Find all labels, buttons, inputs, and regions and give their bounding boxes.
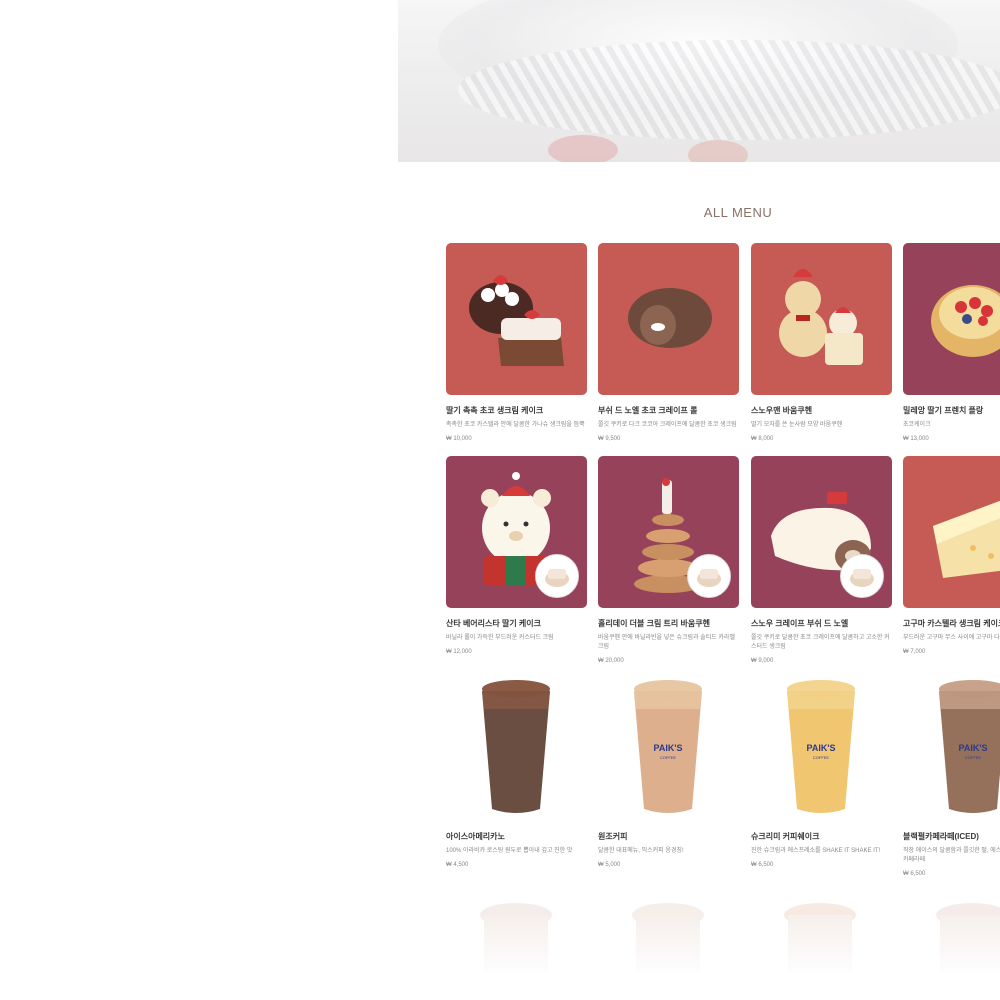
svg-text:COFFEE: COFFEE [660, 755, 677, 760]
sweet-potato-cake-icon [903, 456, 1000, 608]
hero-berry-blur [548, 135, 618, 162]
menu-item-name[interactable]: 블랙펄카페라떼(ICED) [903, 831, 1000, 842]
detail-badge-icon [535, 554, 579, 598]
menu-item-name[interactable]: 밀레앙 딸기 프렌치 플랑 [903, 405, 1000, 416]
menu-item-card[interactable]: 아이스아메리카노 100% 아라비카 로스팅 원두로 뽑아내 깊고 진한 맛 ₩ 4… [446, 669, 587, 868]
menu-item-price: ₩ 12,000 [446, 649, 472, 655]
menu-item-desc: 부드러운 고구마 무스 사이에 고구마 다이스 [903, 635, 1000, 641]
menu-item-desc: 쫄깃 쿠키로 달콤한 초코 크레이프에 달콤하고 고소한 커스터드 생크림 [751, 635, 890, 650]
menu-item-card[interactable]: PAIK'S COFFEE 블랙펄카페라떼(ICED) 직장 에이스의 달콤함과 … [903, 669, 1000, 877]
menu-item-price: ₩ 4,500 [446, 862, 469, 868]
detail-badge-icon [687, 554, 731, 598]
menu-item-card[interactable]: 스노우맨 바움쿠헨딸기 모자를 쓴 눈사람 모양 바움쿠헨 ₩ 8,000 [751, 243, 892, 442]
menu-item-desc: 딸기 모자를 쓴 눈사람 모양 바움쿠헨 [751, 422, 843, 428]
menu-item-image[interactable] [751, 456, 892, 608]
menu-item-name[interactable]: 스노우 크레이프 부쉬 드 노엘 [751, 618, 892, 629]
menu-item-image[interactable]: PAIK'S COFFEE [903, 669, 1000, 821]
menu-item-card[interactable]: 딸기 촉촉 초코 생크림 케이크촉촉한 초코 카스텔라 안에 달콤한 가나슈 생… [446, 243, 587, 442]
menu-item-image[interactable] [598, 243, 739, 395]
crystal-dish-image [458, 40, 1000, 140]
strawberry-choco-cake-icon [446, 243, 587, 395]
black-pearl-latte-icon: PAIK'S COFFEE [903, 669, 1000, 821]
menu-item-image[interactable] [446, 456, 587, 608]
menu-item-image[interactable] [751, 243, 892, 395]
cream-coffee-shake-icon: PAIK'S COFFEE [751, 669, 892, 821]
menu-item-desc: 진한 슈크림과 에스프레소를 SHAKE IT SHAKE IT! [751, 848, 881, 854]
menu-item-name[interactable]: 딸기 촉촉 초코 생크림 케이크 [446, 405, 587, 416]
strawberry-flan-icon [903, 243, 1000, 395]
menu-item-desc: 바닐라 롤이 가득한 부드러운 커스터드 크림 [446, 635, 554, 641]
menu-item-name[interactable]: 원조커피 [598, 831, 739, 842]
menu-item-price: ₩ 10,000 [446, 436, 472, 442]
menu-item-desc: 촉촉한 초코 카스텔라 안에 달콤한 가나슈 생크림을 듬뿍 [446, 422, 585, 428]
menu-item-desc: 달콤한 대표메뉴, 믹스커피 응경칭! [598, 848, 684, 854]
menu-item-image[interactable] [446, 243, 587, 395]
svg-text:PAIK'S: PAIK'S [807, 743, 836, 753]
menu-item-card[interactable]: 스노우 크레이프 부쉬 드 노엘쫄깃 쿠키로 달콤한 초코 크레이프에 달콤하고… [751, 456, 892, 664]
menu-item-card[interactable]: PAIK'S COFFEE 슈크리미 커피쉐이크진한 슈크림과 에스프레소를 S… [751, 669, 892, 868]
menu-item-card[interactable]: 부쉬 드 노엘 초코 크레이프 롤쫄깃 쿠키로 다크 코코아 크레이프에 달콤한… [598, 243, 739, 442]
svg-text:COFFEE: COFFEE [813, 755, 830, 760]
menu-item-name[interactable]: 부쉬 드 노엘 초코 크레이프 롤 [598, 405, 739, 416]
menu-item-name[interactable]: 아이스아메리카노 [446, 831, 587, 842]
menu-item-desc: 100% 아라비카 로스팅 원두로 뽑아내 깊고 진한 맛 [446, 848, 573, 854]
menu-item-card[interactable]: 밀레앙 딸기 프렌치 플랑초코케이크 ₩ 13,000 [903, 243, 1000, 442]
menu-item-price: ₩ 6,500 [903, 871, 926, 877]
section-title: ALL MENU [703, 205, 773, 220]
menu-item-desc: 쫄깃 쿠키로 다크 코코아 크레이프에 달콤한 초코 생크림 [598, 422, 737, 428]
menu-item-image[interactable]: PAIK'S COFFEE [598, 669, 739, 821]
menu-item-price: ₩ 6,500 [751, 862, 774, 868]
menu-item-name[interactable]: 산타 베어리스타 딸기 케이크 [446, 618, 587, 629]
menu-item-card[interactable]: 고구마 카스텔라 생크림 케이크부드러운 고구마 무스 사이에 고구마 다이스 ₩… [903, 456, 1000, 655]
menu-item-desc: 직장 에이스의 달콤함과 쫄깃한 펄, 에스프레소의 블랙펄카페라떼 [903, 848, 1000, 863]
crepe-roll-icon [598, 243, 739, 395]
menu-item-name[interactable]: 홀리데이 더블 크림 트리 바움쿠헨 [598, 618, 739, 629]
menu-item-price: ₩ 20,000 [598, 658, 624, 664]
menu-item-image[interactable] [446, 669, 587, 821]
menu-item-price: ₩ 9,500 [598, 436, 621, 442]
snowman-baumkuchen-icon [751, 243, 892, 395]
menu-item-card[interactable]: 산타 베어리스타 딸기 케이크바닐라 롤이 가득한 부드러운 커스터드 크림 ₩ … [446, 456, 587, 655]
menu-item-price: ₩ 13,000 [903, 436, 929, 442]
detail-badge-icon [840, 554, 884, 598]
svg-text:COFFEE: COFFEE [965, 755, 982, 760]
menu-item-name[interactable]: 스노우맨 바움쿠헨 [751, 405, 892, 416]
menu-item-price: ₩ 5,000 [598, 862, 621, 868]
menu-item-name[interactable]: 고구마 카스텔라 생크림 케이크 [903, 618, 1000, 629]
menu-item-image[interactable] [598, 456, 739, 608]
menu-item-desc: 바움쿠헨 안에 바닐라빈을 넣은 슈크림과 솔티드 카라멜 크림 [598, 635, 735, 650]
iced-americano-icon [446, 669, 587, 821]
original-coffee-icon: PAIK'S COFFEE [598, 669, 739, 821]
svg-text:PAIK'S: PAIK'S [959, 743, 988, 753]
hero-banner [398, 0, 1000, 162]
menu-item-name[interactable]: 슈크리미 커피쉐이크 [751, 831, 892, 842]
menu-item-image[interactable] [903, 243, 1000, 395]
svg-text:PAIK'S: PAIK'S [654, 743, 683, 753]
faded-cups [480, 903, 1000, 975]
hero-berry-blur [688, 140, 748, 162]
menu-item-desc: 초코케이크 [903, 422, 931, 428]
menu-item-price: ₩ 9,000 [751, 658, 774, 664]
menu-item-price: ₩ 7,000 [903, 649, 926, 655]
menu-item-card[interactable]: 홀리데이 더블 크림 트리 바움쿠헨바움쿠헨 안에 바닐라빈을 넣은 슈크림과 … [598, 456, 739, 664]
menu-item-price: ₩ 8,000 [751, 436, 774, 442]
menu-item-image[interactable] [903, 456, 1000, 608]
menu-item-card[interactable]: PAIK'S COFFEE 원조커피달콤한 대표메뉴, 믹스커피 응경칭! ₩ 5… [598, 669, 739, 868]
menu-item-image[interactable]: PAIK'S COFFEE [751, 669, 892, 821]
